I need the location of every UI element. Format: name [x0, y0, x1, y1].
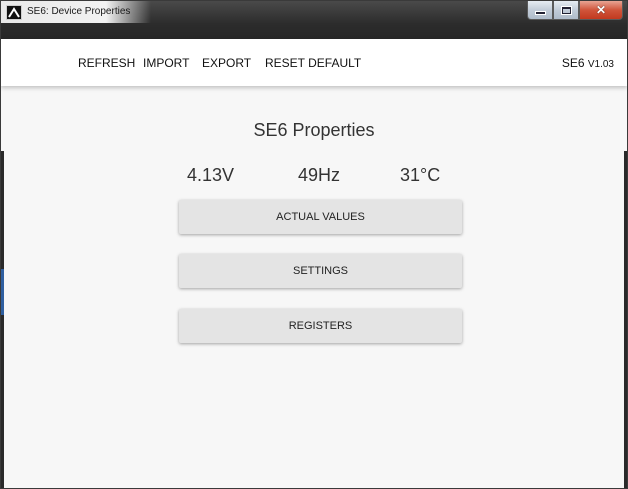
- frequency-reading: 49Hz: [298, 165, 341, 185]
- registers-button[interactable]: REGISTERS: [179, 309, 462, 343]
- page-title: SE6 Properties: [253, 120, 375, 140]
- app-logo-icon: [6, 5, 22, 20]
- actual-values-button[interactable]: ACTUAL VALUES: [179, 200, 462, 234]
- refresh-menu-item[interactable]: REFRESH: [78, 56, 135, 70]
- version-label: SE6 V1.03: [562, 56, 614, 70]
- maximize-icon: [561, 6, 571, 14]
- temperature-reading: 31°C: [400, 165, 441, 185]
- settings-button[interactable]: SETTINGS: [179, 254, 462, 288]
- title-bar[interactable]: SE6: Device Properties ✕: [1, 1, 627, 39]
- minimize-button[interactable]: [527, 1, 553, 20]
- window-edge-highlight: [1, 269, 4, 315]
- main-content: SE6 Properties 4.13V 49Hz 31°C ACTUAL VA…: [1, 86, 627, 488]
- window-edge-right: [624, 151, 627, 488]
- version-number: V1.03: [587, 59, 614, 70]
- close-button[interactable]: ✕: [579, 1, 623, 20]
- export-menu-item[interactable]: EXPORT: [202, 56, 251, 70]
- import-menu-item[interactable]: IMPORT: [143, 56, 189, 70]
- maximize-button[interactable]: [553, 1, 579, 20]
- device-properties-window: SE6: Device Properties ✕ REFRESH IMPORT …: [0, 0, 628, 489]
- menu-bar: REFRESH IMPORT EXPORT RESET DEFAULT SE6 …: [1, 39, 627, 86]
- voltage-reading: 4.13V: [187, 165, 235, 185]
- reset-default-menu-item[interactable]: RESET DEFAULT: [265, 56, 361, 70]
- minimize-icon: [535, 12, 545, 14]
- window-edge-left: [1, 151, 4, 488]
- device-name: SE6: [561, 56, 585, 70]
- window-controls: ✕: [527, 1, 623, 21]
- close-icon: ✕: [595, 3, 607, 17]
- window-title: SE6: Device Properties: [27, 6, 131, 17]
